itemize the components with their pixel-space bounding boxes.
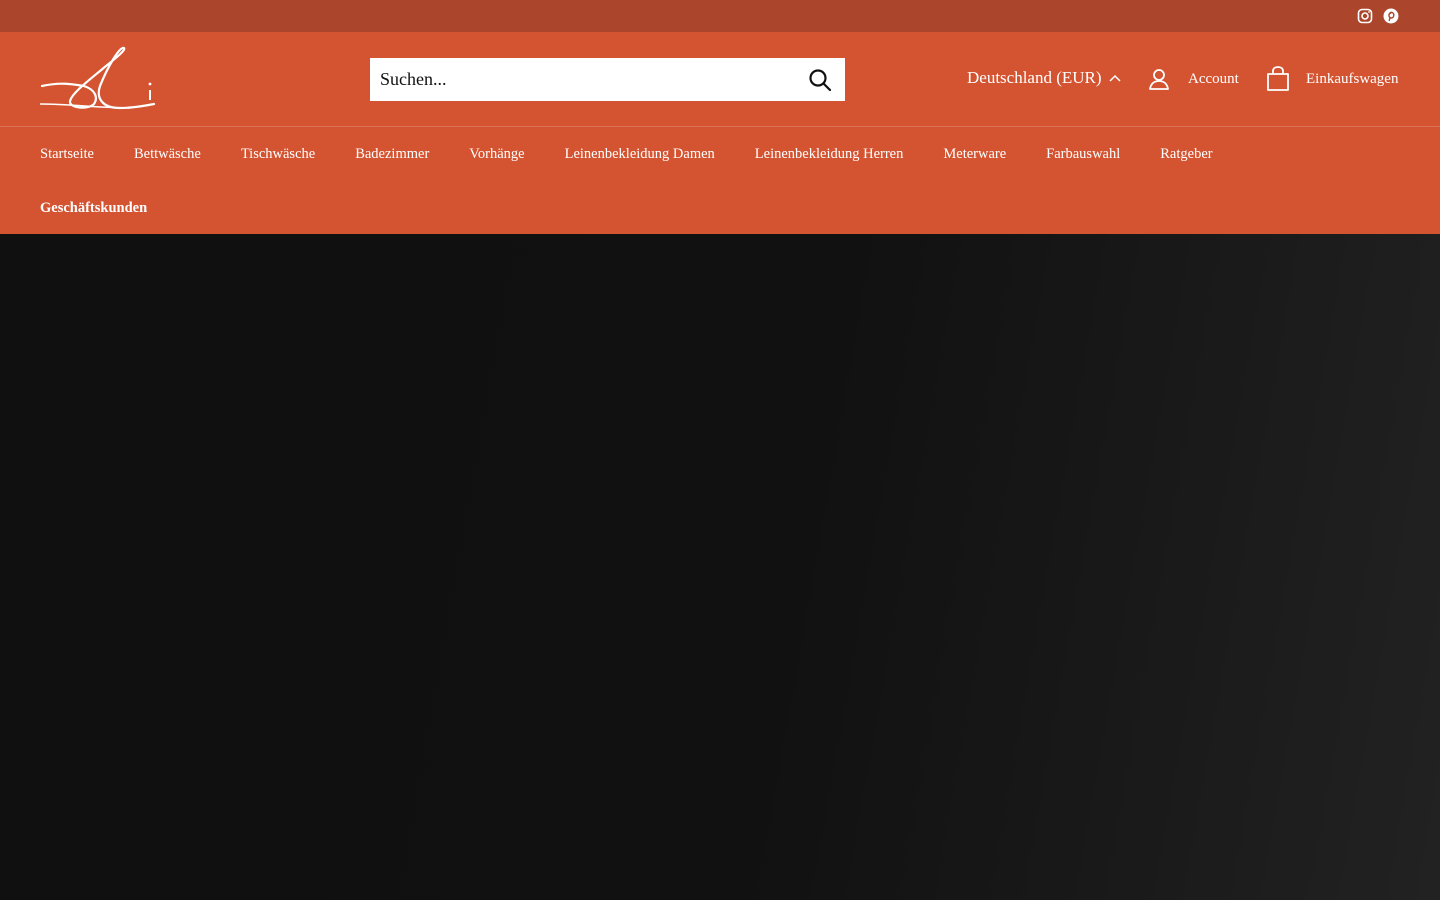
cart-link[interactable]: Einkaufswagen [1266,66,1398,92]
pinterest-icon[interactable] [1382,7,1400,25]
instagram-icon[interactable] [1356,7,1374,25]
hero-banner [0,234,1440,900]
nav-item-bettwaesche[interactable]: Bettwäsche [134,146,201,163]
nav-row: Startseite Bettwäsche Tischwäsche Badezi… [40,127,1400,181]
nav-item-leinenbekleidung-damen[interactable]: Leinenbekleidung Damen [565,146,715,163]
nav-item-tischwaesche[interactable]: Tischwäsche [241,146,315,163]
header-main: Deutschland (EUR) Account Einkaufswagen [0,32,1440,127]
nav-item-ratgeber[interactable]: Ratgeber [1160,146,1212,163]
nav-item-startseite[interactable]: Startseite [40,146,94,163]
nav-item-geschaeftskunden[interactable]: Geschäftskunden [40,200,147,217]
nav-item-badezimmer[interactable]: Badezimmer [355,146,429,163]
nav-item-vorhaenge[interactable]: Vorhänge [469,146,524,163]
search-icon [809,68,832,91]
nav-row: Geschäftskunden [40,181,1400,235]
account-label: Account [1188,70,1239,87]
nav-item-meterware[interactable]: Meterware [943,146,1006,163]
announcement-bar [0,0,1440,32]
brand-logo[interactable] [39,46,156,112]
country-currency-selector[interactable]: Deutschland (EUR) [967,68,1122,88]
shopping-bag-icon [1267,66,1289,91]
search-button[interactable] [795,58,845,101]
social-links [1356,7,1400,25]
search-bar [370,58,845,101]
main-navigation: Startseite Bettwäsche Tischwäsche Badezi… [40,127,1400,235]
user-icon [1149,69,1169,90]
site-header: Deutschland (EUR) Account Einkaufswagen … [0,32,1440,234]
chevron-up-icon [1109,74,1121,82]
account-link[interactable]: Account [1148,68,1239,90]
nav-item-leinenbekleidung-herren[interactable]: Leinenbekleidung Herren [755,146,904,163]
nav-item-farbauswahl[interactable]: Farbauswahl [1046,146,1120,163]
cart-label: Einkaufswagen [1306,70,1399,87]
country-currency-label: Deutschland (EUR) [967,68,1102,87]
search-input[interactable] [370,58,795,101]
